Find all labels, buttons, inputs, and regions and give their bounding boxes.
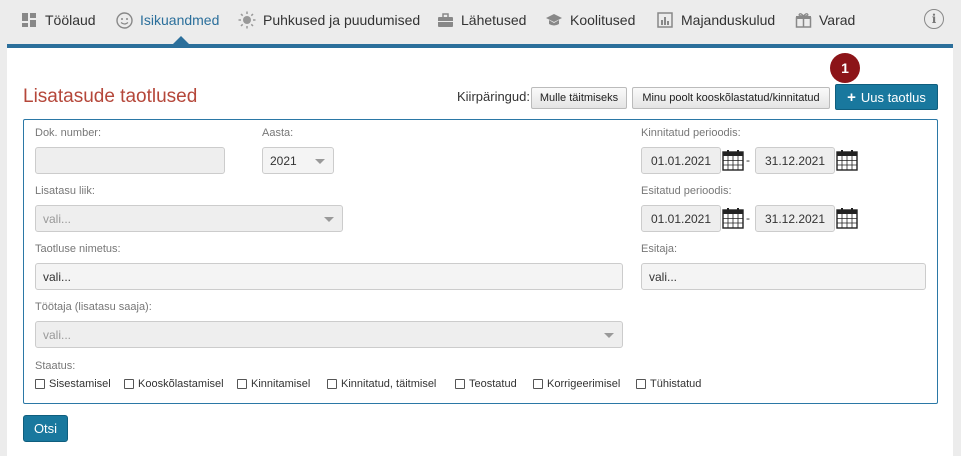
new-application-button[interactable]: + Uus taotlus — [835, 84, 938, 110]
checkbox[interactable] — [455, 379, 465, 389]
gift-icon — [794, 11, 812, 29]
bar-chart-icon — [656, 11, 674, 29]
info-icon[interactable]: i — [924, 9, 944, 29]
status-checkbox-sisestamisel[interactable]: Sisestamisel — [35, 378, 111, 390]
approved-period-label: Kinnitatud perioodis: — [641, 127, 741, 139]
approved-to-date[interactable]: 31.12.2021 — [755, 147, 835, 174]
page-title: Lisatasude taotlused — [23, 86, 198, 107]
nav-item-isikuandmed[interactable]: Isikuandmed — [115, 0, 219, 40]
checkbox[interactable] — [636, 379, 646, 389]
submitted-period-label: Esitatud perioodis: — [641, 185, 732, 197]
approved-from-date[interactable]: 01.01.2021 — [641, 147, 721, 174]
period-separator: - — [746, 211, 750, 225]
checkbox-label: Kinnitamisel — [251, 378, 311, 390]
submitted-to-date[interactable]: 31.12.2021 — [755, 205, 835, 232]
status-checkbox-tuhistatud[interactable]: Tühistatud — [636, 378, 701, 390]
nav-label: Isikuandmed — [140, 12, 220, 28]
calendar-icon[interactable] — [722, 207, 744, 229]
chevron-down-icon — [315, 159, 325, 164]
employee-placeholder: vali... — [43, 327, 72, 342]
info-glyph: i — [931, 12, 937, 26]
status-checkbox-korrigeerimisel[interactable]: Korrigeerimisel — [533, 378, 620, 390]
calendar-icon[interactable] — [836, 149, 858, 171]
doc-number-input[interactable] — [35, 147, 225, 174]
nav-item-toolaud[interactable]: Töölaud — [20, 0, 96, 40]
checkbox-label: Korrigeerimisel — [547, 378, 621, 390]
bonus-type-placeholder: vali... — [43, 211, 72, 226]
quick-button-kooskolastatud[interactable]: Minu poolt kooskõlastatud/kinnitatud — [632, 87, 830, 109]
dashboard-icon — [20, 11, 38, 29]
checkbox-label: Kinnitatud, täitmisel — [341, 378, 437, 390]
year-value: 2021 — [270, 153, 297, 168]
application-name-input[interactable]: vali... — [35, 263, 623, 290]
nav-label: Lähetused — [461, 12, 527, 28]
doc-number-label: Dok. number: — [35, 127, 102, 139]
nav-item-koolitused[interactable]: Koolitused — [545, 0, 635, 40]
year-label: Aasta: — [262, 127, 294, 139]
new-application-label: Uus taotlus — [860, 89, 926, 105]
submitted-from-date[interactable]: 01.01.2021 — [641, 205, 721, 232]
checkbox[interactable] — [533, 379, 543, 389]
search-button[interactable]: Otsi — [23, 415, 68, 442]
nav-item-varad[interactable]: Varad — [794, 0, 855, 40]
notification-badge: 1 — [830, 53, 860, 83]
nav-label: Majanduskulud — [681, 12, 776, 28]
nav-label: Töölaud — [45, 12, 96, 28]
nav-item-puhkused[interactable]: Puhkused ja puudumised — [238, 0, 420, 40]
status-checkbox-kinnitatud-taitmisel[interactable]: Kinnitatud, täitmisel — [327, 378, 436, 390]
chevron-down-icon — [604, 333, 614, 338]
quick-queries-label: Kiirpäringud: — [457, 89, 530, 104]
sun-icon — [238, 11, 256, 29]
top-navigation: Töölaud Isikuandmed Puhkused ja puudumis… — [0, 0, 961, 40]
checkbox-label: Kooskõlastamisel — [138, 378, 224, 390]
person-icon — [115, 11, 133, 29]
plus-icon: + — [847, 88, 856, 106]
status-checkbox-kooskolastamisel[interactable]: Kooskõlastamisel — [124, 378, 224, 390]
status-checkbox-kinnitamisel[interactable]: Kinnitamisel — [237, 378, 310, 390]
submitter-input[interactable]: vali... — [641, 263, 926, 290]
period-separator: - — [746, 153, 750, 167]
employee-label: Töötaja (lisatasu saaja): — [35, 301, 152, 313]
status-label: Staatus: — [35, 360, 76, 372]
nav-label: Varad — [819, 12, 856, 28]
checkbox[interactable] — [35, 379, 45, 389]
nav-label: Koolitused — [570, 12, 636, 28]
nav-item-lahetused[interactable]: Lähetused — [436, 0, 526, 40]
graduation-cap-icon — [545, 11, 563, 29]
year-select[interactable]: 2021 — [262, 147, 334, 174]
briefcase-icon — [436, 11, 454, 29]
active-tab-indicator — [173, 36, 189, 44]
checkbox-label: Teostatud — [469, 378, 517, 390]
bonus-type-label: Lisatasu liik: — [35, 185, 95, 197]
checkbox-label: Sisestamisel — [49, 378, 111, 390]
bonus-type-select[interactable]: vali... — [35, 205, 343, 232]
quick-button-mulle-taitmiseks[interactable]: Mulle täitmiseks — [531, 87, 627, 109]
nav-item-majanduskulud[interactable]: Majanduskulud — [656, 0, 775, 40]
calendar-icon[interactable] — [836, 207, 858, 229]
application-name-label: Taotluse nimetus: — [35, 243, 121, 255]
search-form: Dok. number: Aasta: 2021 Kinnitatud peri… — [23, 119, 938, 404]
submitter-label: Esitaja: — [641, 243, 678, 255]
nav-label: Puhkused ja puudumised — [263, 12, 421, 28]
calendar-icon[interactable] — [722, 149, 744, 171]
main-panel: 1 Lisatasude taotlused Kiirpäringud: Mul… — [7, 48, 953, 456]
status-checkbox-teostatud[interactable]: Teostatud — [455, 378, 517, 390]
checkbox-label: Tühistatud — [650, 378, 702, 390]
checkbox[interactable] — [237, 379, 247, 389]
checkbox[interactable] — [124, 379, 134, 389]
employee-select[interactable]: vali... — [35, 321, 623, 348]
chevron-down-icon — [324, 217, 334, 222]
checkbox[interactable] — [327, 379, 337, 389]
